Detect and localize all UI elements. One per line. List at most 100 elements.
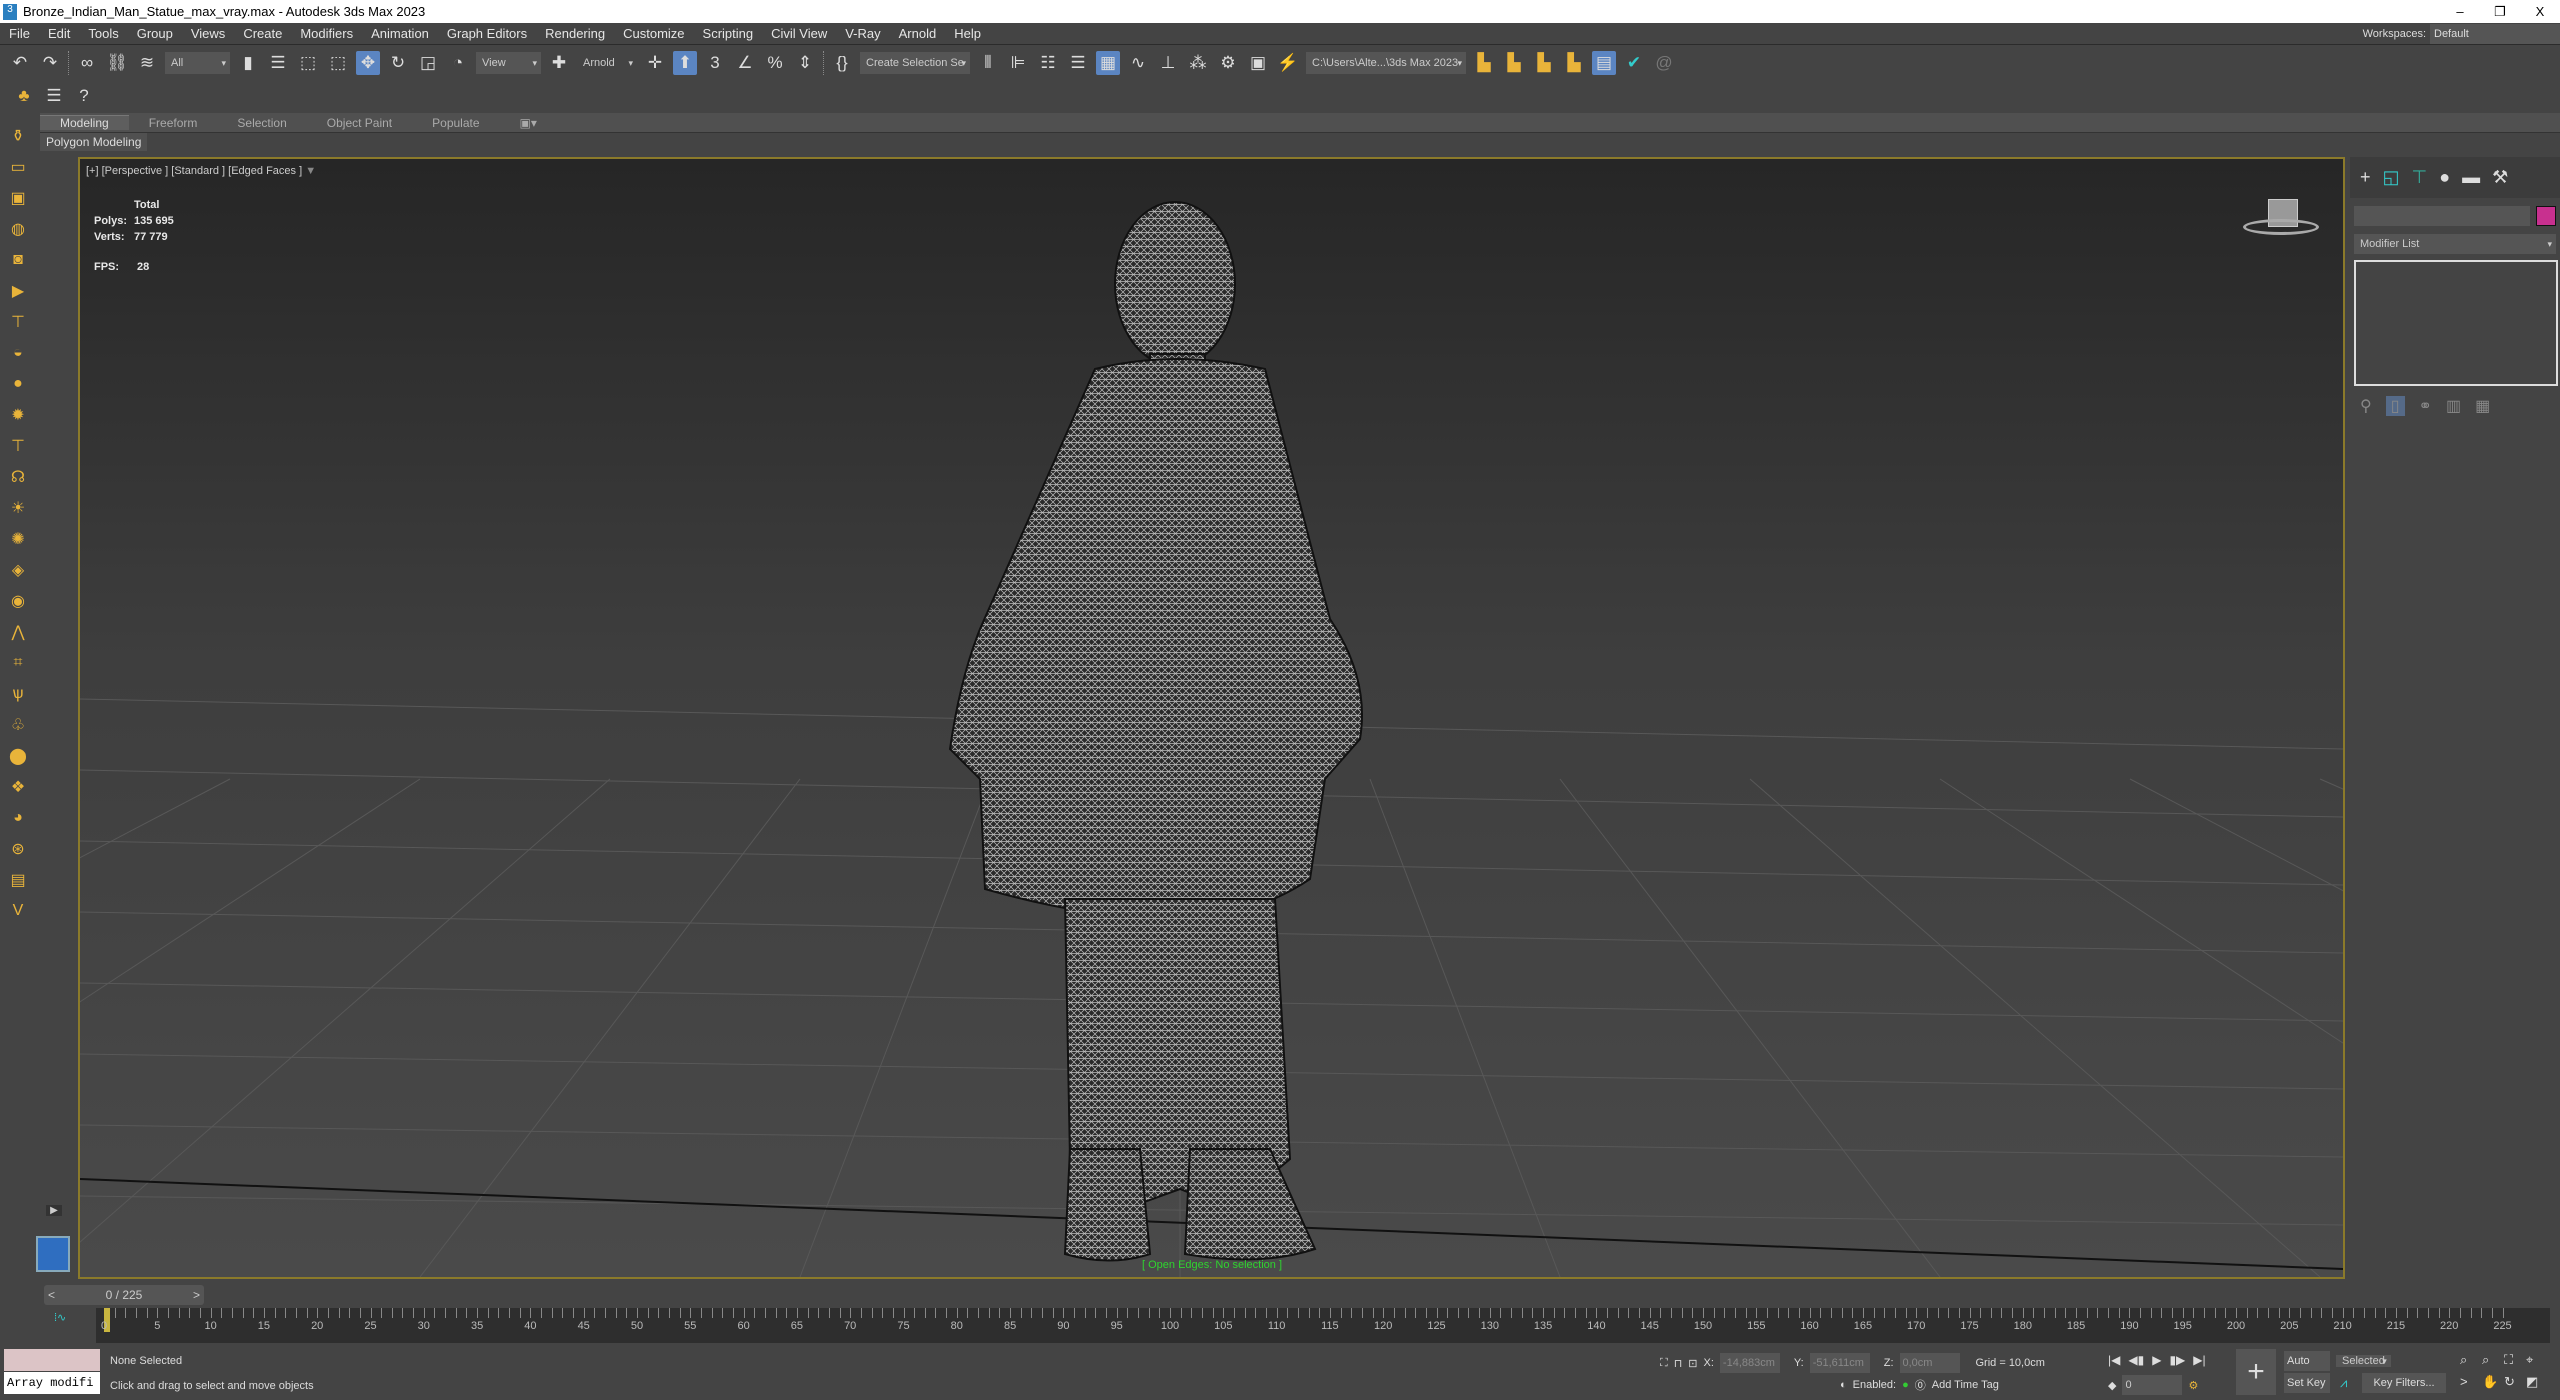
curve-editor-mini-icon[interactable]: ⁞∿ — [54, 1311, 66, 1324]
minimize-button[interactable]: – — [2440, 0, 2480, 23]
tree-icon[interactable]: ⌗ — [5, 651, 31, 675]
zoom-extents-all-icon[interactable]: ⌖ — [2526, 1351, 2548, 1369]
project-structure-icon[interactable]: ▙ — [1532, 51, 1556, 75]
menu-civil-view[interactable]: Civil View — [762, 26, 836, 41]
display-tab-icon[interactable]: ▬ — [2462, 167, 2480, 188]
menu-v-ray[interactable]: V-Ray — [836, 26, 889, 41]
foliage-icon[interactable]: ♧ — [5, 713, 31, 737]
set-key-big-icon[interactable]: + — [2236, 1349, 2276, 1395]
hierarchy-tab-icon[interactable]: ⊤ — [2412, 167, 2428, 188]
ribbon-tab-populate[interactable]: Populate — [412, 116, 499, 130]
perspective-viewport[interactable]: [+] [Perspective ] [Standard ] [Edged Fa… — [78, 157, 2345, 1279]
remove-modifier-icon[interactable]: ▥ — [2446, 396, 2461, 416]
populate-icon[interactable]: ♣ — [12, 84, 36, 108]
box-icon[interactable]: ▭ — [5, 155, 31, 179]
key-filters-button[interactable]: Key Filters... — [2362, 1373, 2446, 1393]
viewport-label-menu[interactable]: [+] [Perspective ] [Standard ] [Edged Fa… — [86, 165, 316, 177]
rotate-icon[interactable]: ↻ — [386, 51, 410, 75]
workspaces-dropdown[interactable]: Default — [2430, 24, 2560, 44]
scene-explorer-list-icon[interactable]: ☰ — [42, 84, 66, 108]
menu-edit[interactable]: Edit — [39, 26, 79, 41]
select-move-icon[interactable]: ✥ — [356, 51, 380, 75]
ribbon-tab-modeling[interactable]: Modeling — [40, 115, 129, 130]
placement-icon[interactable]: ◔ — [446, 51, 470, 75]
absolute-mode-icon[interactable]: ⊡ — [1688, 1357, 1697, 1370]
zoom-extents-icon[interactable]: ⛶ — [2504, 1351, 2526, 1369]
render-icon[interactable]: ▤ — [5, 868, 31, 892]
viewport-layout-icon[interactable] — [36, 1236, 70, 1272]
modifier-stack[interactable] — [2354, 260, 2558, 386]
key-tangent-icon[interactable]: ⩘ — [2340, 1375, 2347, 1391]
menu-rendering[interactable]: Rendering — [536, 26, 614, 41]
lamp-icon[interactable]: ⊤ — [5, 434, 31, 458]
menu-group[interactable]: Group — [128, 26, 182, 41]
particles-icon[interactable]: ❖ — [5, 775, 31, 799]
select-by-name-icon[interactable]: ☰ — [266, 51, 290, 75]
maxscript-listener[interactable] — [4, 1349, 100, 1371]
polygon-modeling-panel[interactable]: Polygon Modeling — [40, 133, 148, 151]
render-setup-icon[interactable]: ⚙ — [1216, 51, 1240, 75]
zoom-icon[interactable]: ⌕ — [2460, 1351, 2482, 1369]
unlink-icon[interactable]: ⛓ — [105, 51, 129, 75]
schematic-view-icon[interactable]: ⊥ — [1156, 51, 1180, 75]
prev-key-icon[interactable]: ◀▮ — [2128, 1353, 2144, 1367]
zoom-all-icon[interactable]: ⌕ — [2482, 1351, 2504, 1369]
link-icon[interactable]: ∞ — [75, 51, 99, 75]
menu-modifiers[interactable]: Modifiers — [291, 26, 362, 41]
menu-help[interactable]: Help — [945, 26, 990, 41]
current-frame-field[interactable]: 0 — [2122, 1375, 2183, 1395]
create-tab-icon[interactable]: + — [2360, 167, 2371, 188]
menu-customize[interactable]: Customize — [614, 26, 693, 41]
layer-explorer-icon[interactable]: ☰ — [1066, 51, 1090, 75]
curve-editor-icon[interactable]: ∿ — [1126, 51, 1150, 75]
utilities-tab-icon[interactable]: ⚒ — [2492, 167, 2508, 188]
redo-icon[interactable]: ↷ — [38, 51, 62, 75]
ribbon-tab-freeform[interactable]: Freeform — [129, 116, 218, 130]
restore-button[interactable]: ❐ — [2480, 0, 2520, 23]
next-frame-icon[interactable]: > — [193, 1285, 204, 1305]
time-config-arrows-icon[interactable]: ◆ — [2108, 1379, 2116, 1392]
project-tree-icon[interactable]: ▙ — [1562, 51, 1586, 75]
adaptive-degradation-icon[interactable]: ◐ — [1840, 1379, 1847, 1391]
sky-icon[interactable]: ✺ — [5, 527, 31, 551]
play-icon[interactable]: ▶ — [2152, 1353, 2161, 1367]
menu-arnold[interactable]: Arnold — [890, 26, 946, 41]
x-coordinate-field[interactable]: -14,883cm — [1719, 1353, 1780, 1373]
named-selection-dropdown[interactable]: Create Selection Se — [860, 52, 970, 74]
keyboard-shortcut-override-icon[interactable]: ⬆ — [673, 51, 697, 75]
lock-icon[interactable]: ⊓ — [1674, 1357, 1683, 1370]
material-ball-icon[interactable]: ⬤ — [5, 744, 31, 768]
expand-arrow-icon[interactable]: ▶ — [46, 1205, 62, 1216]
select-manipulate-icon[interactable]: ✛ — [643, 51, 667, 75]
bridge-icon[interactable]: ⋀ — [5, 620, 31, 644]
make-unique-icon[interactable]: ⚭ — [2419, 396, 2432, 416]
menu-file[interactable]: File — [0, 26, 39, 41]
sphere-icon[interactable]: ◍ — [5, 217, 31, 241]
maxscript-input[interactable]: Array modifi — [4, 1372, 100, 1394]
maximize-viewport-icon[interactable]: ◩ — [2526, 1373, 2548, 1391]
undo-icon[interactable]: ↶ — [8, 51, 32, 75]
filter-icon[interactable]: ▼ — [305, 165, 316, 177]
z-coordinate-field[interactable]: 0,0cm — [1899, 1353, 1960, 1373]
pan-icon[interactable]: ✋ — [2482, 1373, 2504, 1391]
shape-icon[interactable]: ◕ — [5, 806, 31, 830]
menu-animation[interactable]: Animation — [362, 26, 438, 41]
gear-icon[interactable]: ✹ — [5, 403, 31, 427]
window-crossing-icon[interactable]: ⬚ — [326, 51, 350, 75]
grass-icon[interactable]: ѱ — [5, 682, 31, 706]
sun-icon[interactable]: ● — [5, 372, 31, 396]
time-slider[interactable]: <0 / 225 > — [44, 1285, 204, 1305]
edit-named-selection-icon[interactable]: {} — [830, 51, 854, 75]
toggle-ribbon-icon[interactable]: ▦ — [1096, 51, 1120, 75]
time-tag-icon[interactable]: ⓪ — [1915, 1377, 1926, 1393]
ribbon-tab-selection[interactable]: Selection — [217, 116, 306, 130]
spiral-icon[interactable]: @ — [1652, 51, 1676, 75]
modify-tab-icon[interactable]: ◱ — [2383, 167, 2400, 188]
vray-icon[interactable]: V — [5, 899, 31, 923]
spinner-snap-icon[interactable]: ⇕ — [793, 51, 817, 75]
scene-explorer-icon[interactable]: ☷ — [1036, 51, 1060, 75]
pivot-center-icon[interactable]: ✚ — [547, 51, 571, 75]
ribbon-options-icon[interactable]: ▣▾ — [500, 116, 557, 130]
viewport-label[interactable]: [+] [Perspective ] [Standard ] [Edged Fa… — [86, 165, 302, 177]
key-mode-dropdown[interactable]: Selected — [2336, 1355, 2391, 1367]
